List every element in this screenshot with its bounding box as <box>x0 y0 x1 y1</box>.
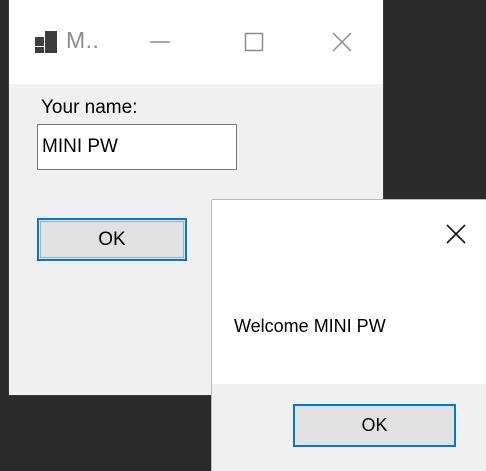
app-icon <box>35 31 57 53</box>
ok-button[interactable]: OK <box>37 218 187 261</box>
maximize-icon <box>243 31 265 53</box>
close-icon <box>445 223 467 250</box>
title-bar[interactable]: M.. <box>9 0 383 84</box>
name-input[interactable] <box>37 124 237 170</box>
window-title: M.. <box>66 27 100 53</box>
maximize-button[interactable] <box>231 16 277 68</box>
name-label: Your name: <box>41 97 138 118</box>
message-text: Welcome MINI PW <box>234 316 386 336</box>
minimize-icon <box>149 31 171 53</box>
minimize-button[interactable] <box>137 16 183 68</box>
message-box-ok-button[interactable]: OK <box>293 404 456 447</box>
close-icon <box>331 31 353 53</box>
message-box-footer: OK <box>212 384 486 471</box>
desktop: M.. Your name: MINI PW OK Welcome MINI P… <box>0 0 486 471</box>
message-box-dialog: Welcome MINI PW OK <box>212 200 486 471</box>
close-button[interactable] <box>319 16 365 68</box>
message-box-close-button[interactable] <box>436 216 476 256</box>
